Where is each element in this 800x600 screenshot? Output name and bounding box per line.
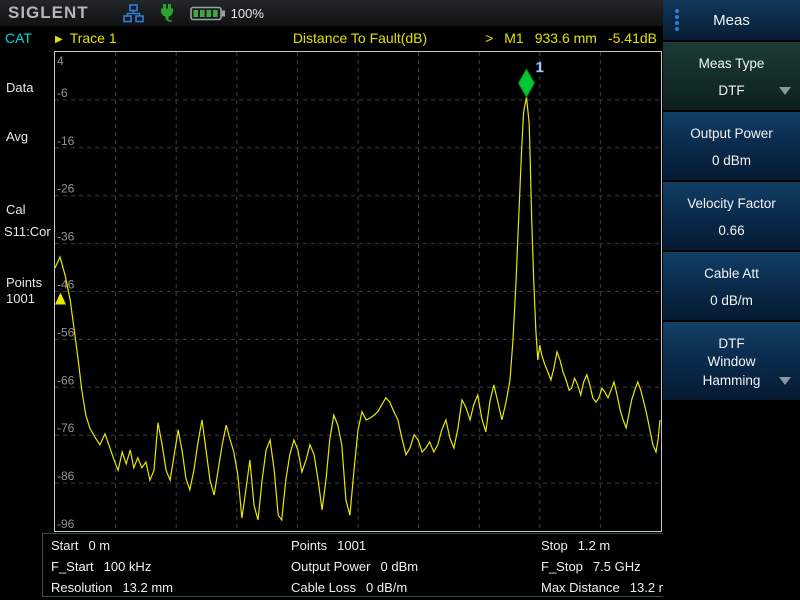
svg-text:-36: -36 <box>57 230 75 244</box>
info-max-distance: Max Distance13.2 m <box>541 577 670 598</box>
dropdown-arrow-icon[interactable] <box>779 377 791 385</box>
dropdown-arrow-icon[interactable] <box>779 87 791 95</box>
svg-text:-56: -56 <box>57 325 75 339</box>
info-points: Points1001 <box>291 535 418 556</box>
softkey-label: DTF Window <box>697 335 767 371</box>
menu-header[interactable]: Meas <box>663 0 800 40</box>
marker-prefix: > <box>485 30 493 46</box>
trace-header-row: CAT ▶ Trace 1 Distance To Fault(dB) > M1 93… <box>0 29 663 49</box>
plot-area: 4-6-16-26-36-46-56-66-76-86-961 <box>54 51 662 532</box>
peak-marker-id: 1 <box>535 59 543 76</box>
marker-distance: 933.6 mm <box>535 30 597 46</box>
softkey-label: Velocity Factor <box>672 195 792 213</box>
lan-icon <box>123 4 144 23</box>
svg-text:-26: -26 <box>57 182 75 196</box>
trace-plot: 4-6-16-26-36-46-56-66-76-86-961 <box>55 52 661 531</box>
softkey-label: Meas Type <box>682 55 782 73</box>
softkey-value: 0 dBm <box>663 153 800 168</box>
softkey-cable-att[interactable]: Cable Att 0 dB/m <box>663 252 800 320</box>
svg-text:-6: -6 <box>57 86 68 100</box>
chart-title: Distance To Fault(dB) <box>240 30 480 46</box>
peak-marker-diamond <box>518 69 534 97</box>
sweep-info-panel: Start0 m F_Start100 kHz Resolution13.2 m… <box>42 533 665 597</box>
marker-level: -5.41dB <box>608 30 657 46</box>
sidebar-label-avg: Avg <box>6 129 28 144</box>
softkey-dtf-window[interactable]: DTF Window Hamming <box>663 322 800 400</box>
softkey-menu: Meas Meas Type DTF Output Power 0 dBm Ve… <box>663 0 800 600</box>
svg-text:-96: -96 <box>57 517 75 531</box>
sidebar-label-cal: Cal <box>6 202 26 217</box>
menu-dots-icon <box>675 9 679 33</box>
battery-percent: 100% <box>231 6 264 21</box>
info-stop: Stop1.2 m <box>541 535 670 556</box>
svg-text:4: 4 <box>57 54 64 68</box>
marker-readout: > M1 933.6 mm -5.41dB <box>474 30 657 46</box>
softkey-velocity-factor[interactable]: Velocity Factor 0.66 <box>663 182 800 250</box>
mode-label: CAT <box>5 30 32 46</box>
battery-icon <box>190 4 227 23</box>
softkey-meas-type[interactable]: Meas Type DTF <box>663 42 800 110</box>
info-start: Start0 m <box>51 535 173 556</box>
siglent-logo: SIGLENT <box>8 3 89 23</box>
info-fstop: F_Stop7.5 GHz <box>541 556 670 577</box>
top-status-bar: SIGLENT <box>0 0 663 26</box>
power-plug-icon <box>158 4 176 23</box>
info-fstart: F_Start100 kHz <box>51 556 173 577</box>
softkey-value: 0 dB/m <box>663 293 800 308</box>
ref-level-marker <box>55 293 66 305</box>
trace-selector[interactable]: ▶ Trace 1 <box>55 30 117 46</box>
sidebar-cal-status: S11:Cor <box>4 224 51 239</box>
sidebar-points-label: Points <box>6 275 42 290</box>
sidebar-label-data: Data <box>6 80 33 95</box>
info-resolution: Resolution13.2 mm <box>51 577 173 598</box>
svg-text:-66: -66 <box>57 373 75 387</box>
svg-text:-86: -86 <box>57 469 75 483</box>
trace-label: Trace 1 <box>70 30 117 46</box>
softkey-value: 0.66 <box>663 223 800 238</box>
softkey-value: Hamming <box>663 373 800 388</box>
analyzer-screen: SIGLENT <box>0 0 800 600</box>
svg-text:-16: -16 <box>57 134 75 148</box>
svg-text:-76: -76 <box>57 421 75 435</box>
info-output-power: Output Power0 dBm <box>291 556 418 577</box>
softkey-output-power[interactable]: Output Power 0 dBm <box>663 112 800 180</box>
softkey-value: DTF <box>663 83 800 98</box>
softkey-label: Output Power <box>682 125 782 143</box>
sidebar-points-value: 1001 <box>6 291 35 306</box>
softkey-label: Cable Att <box>682 265 782 283</box>
info-cable-loss: Cable Loss0 dB/m <box>291 577 418 598</box>
marker-name: M1 <box>504 30 523 46</box>
trace-play-icon: ▶ <box>55 34 63 45</box>
menu-title: Meas <box>713 12 750 29</box>
